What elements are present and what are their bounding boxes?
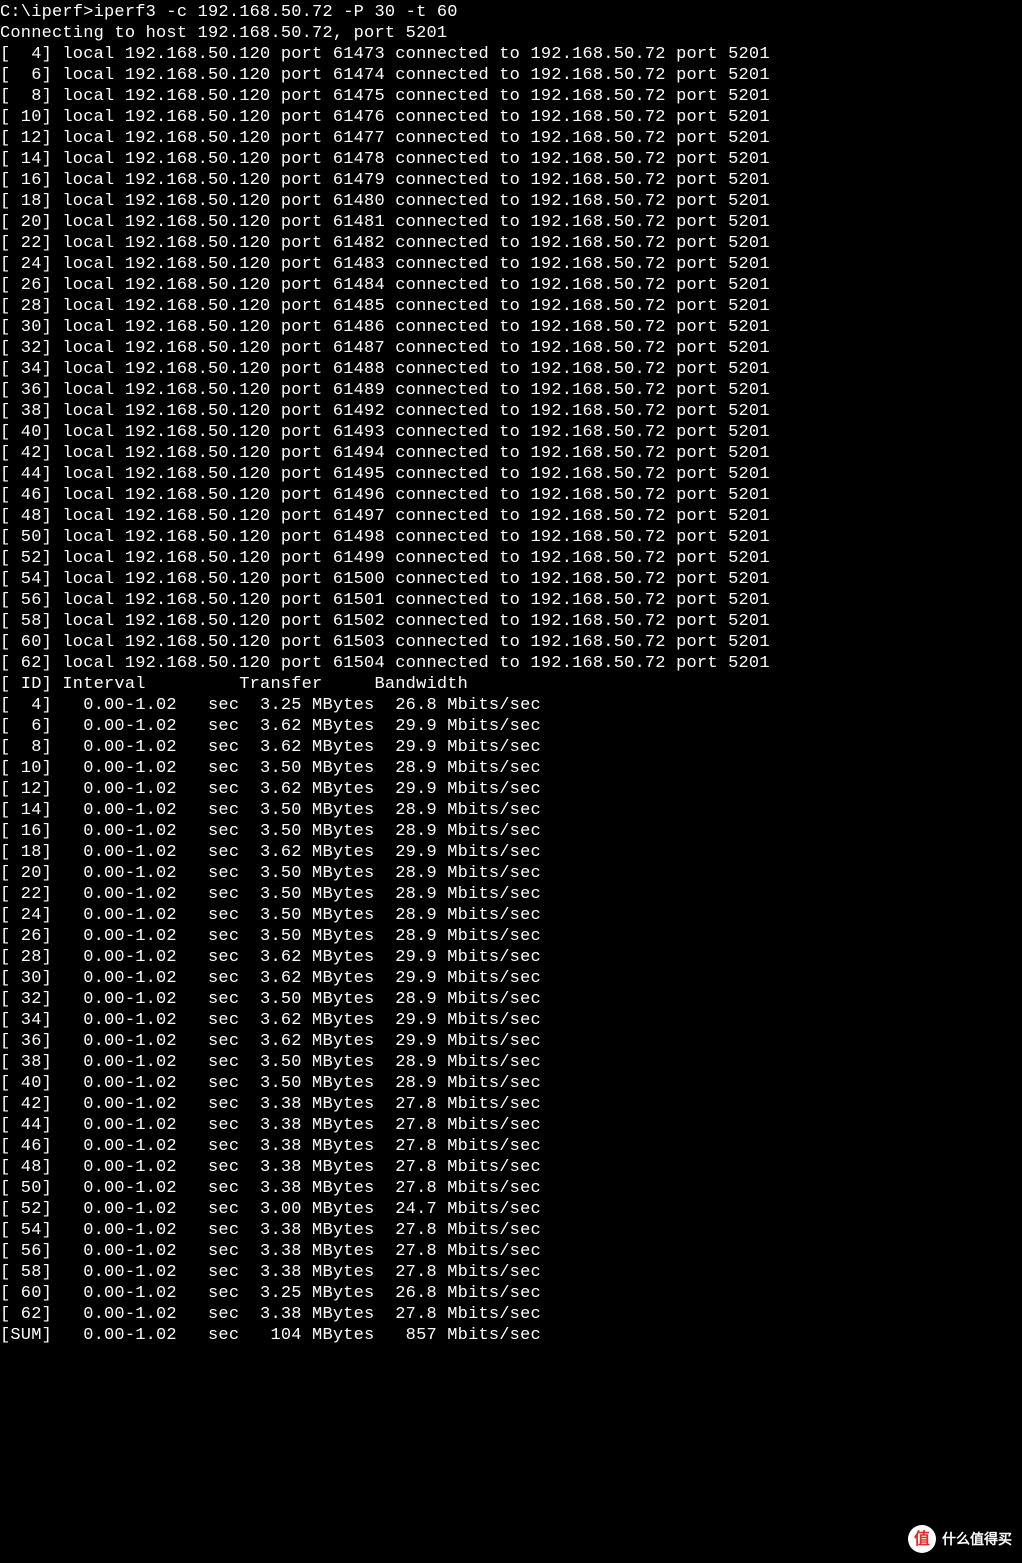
terminal-output[interactable]: C:\iperf>iperf3 -c 192.168.50.72 -P 30 -…: [0, 0, 1022, 1346]
watermark-text: 什么值得买: [942, 1529, 1012, 1550]
watermark-logo-icon: 值: [908, 1525, 936, 1553]
watermark: 值 什么值得买: [908, 1525, 1012, 1553]
